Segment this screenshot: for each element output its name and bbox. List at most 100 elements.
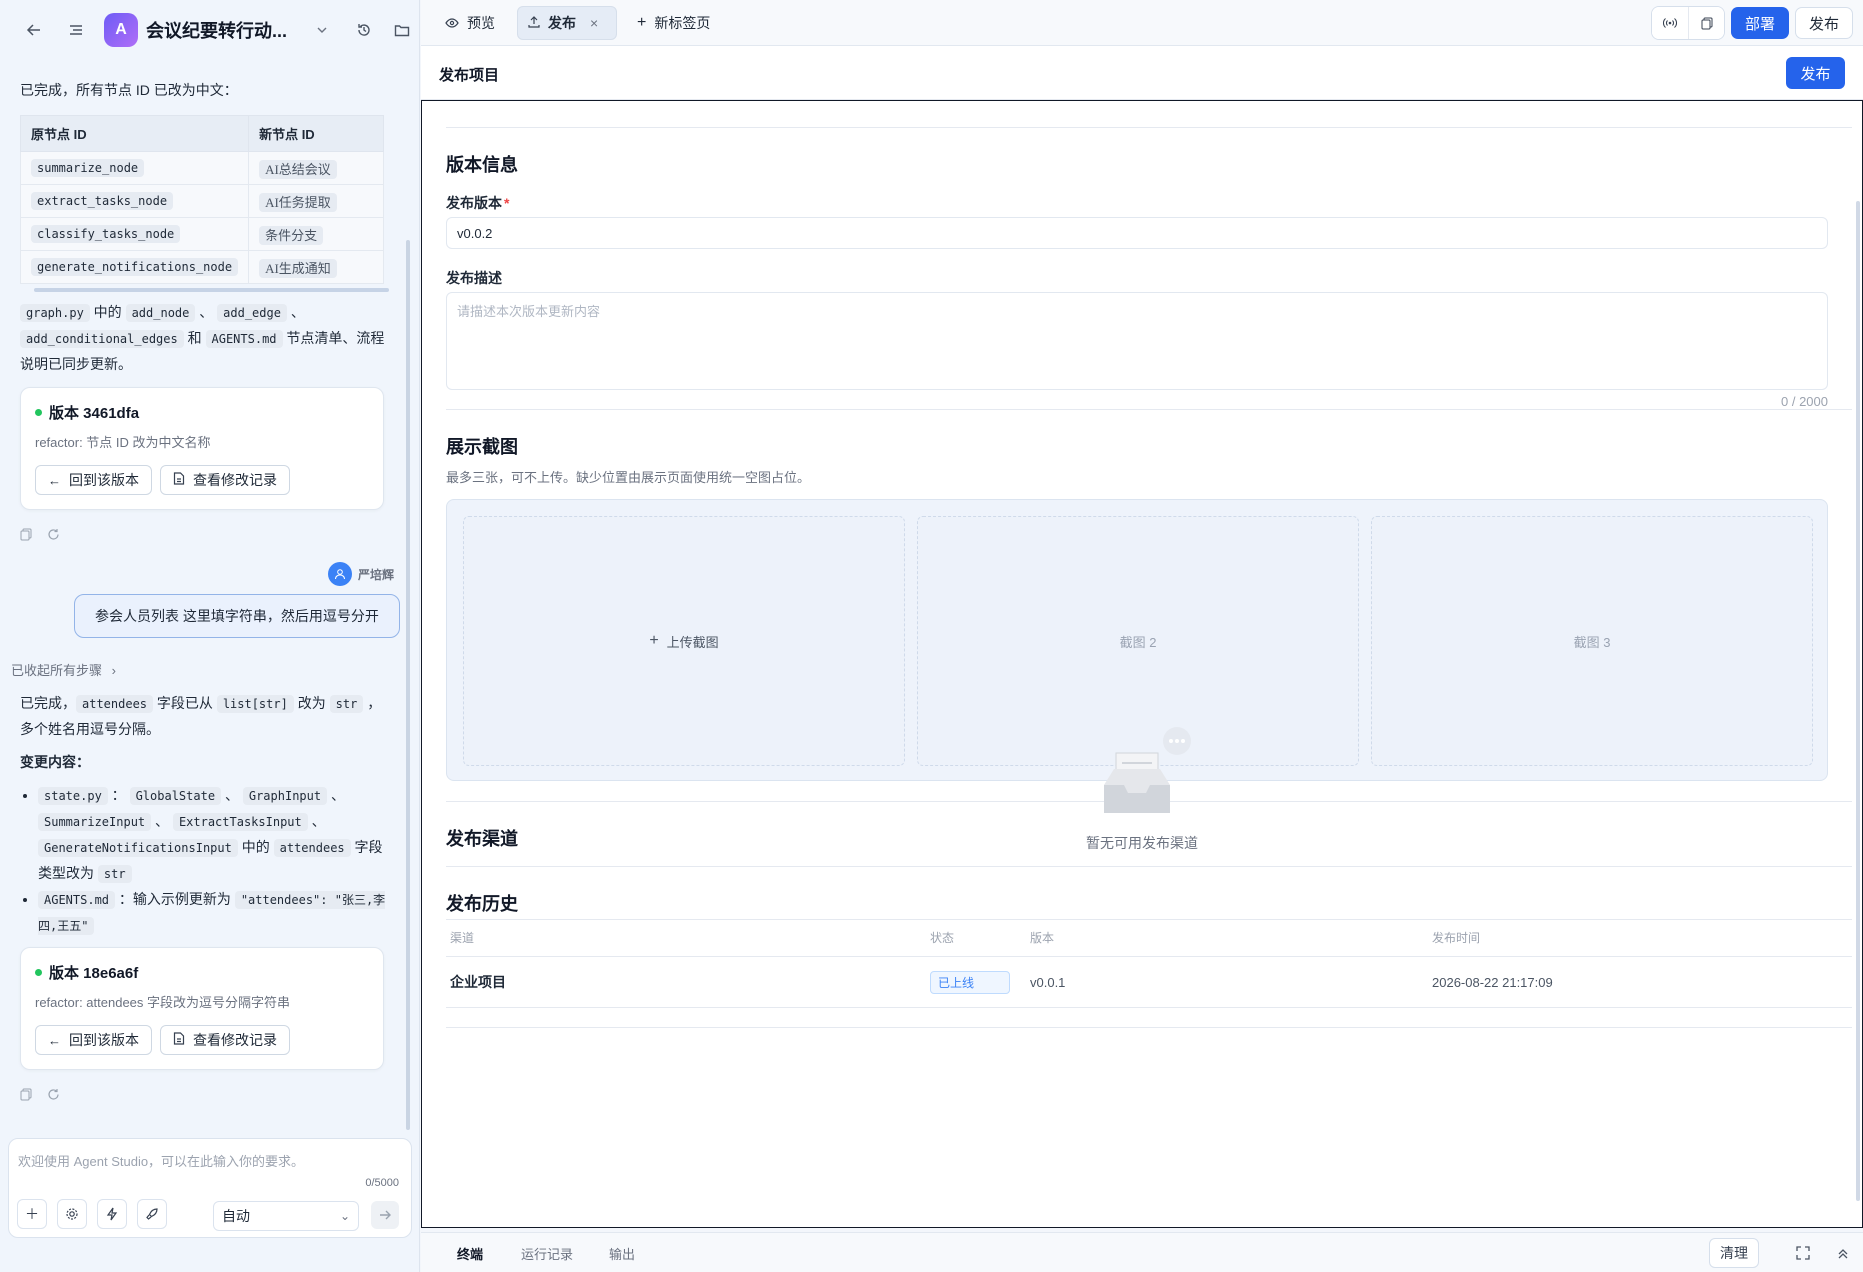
view-changes-button[interactable]: 查看修改记录 xyxy=(160,465,290,495)
version-input[interactable]: v0.0.2 xyxy=(446,217,1828,249)
rocket-icon[interactable] xyxy=(137,1199,167,1229)
text-span: 、 xyxy=(221,787,243,803)
section-title-screenshots: 展示截图 xyxy=(446,437,518,457)
publish-button[interactable]: 发布 xyxy=(1786,57,1845,89)
deploy-button[interactable]: 部署 xyxy=(1731,7,1789,39)
button-label: 查看修改记录 xyxy=(193,1032,277,1048)
history-channel: 企业项目 xyxy=(450,974,506,990)
divider xyxy=(446,866,1852,867)
bottom-panel-bar: 终端 运行记录 输出 清理 xyxy=(421,1232,1863,1272)
fullscreen-icon[interactable] xyxy=(1791,1241,1815,1265)
tab-label: 预览 xyxy=(467,15,495,31)
required-mark: * xyxy=(504,195,510,211)
table-hscrollbar[interactable] xyxy=(20,286,389,294)
copy-icon[interactable] xyxy=(20,528,33,544)
history-status: 已上线 xyxy=(930,957,1010,1007)
refresh-icon[interactable] xyxy=(47,1088,60,1104)
clear-button[interactable]: 清理 xyxy=(1709,1238,1759,1268)
collapse-steps-toggle[interactable]: 已收起所有步骤 › xyxy=(11,660,394,679)
user-avatar xyxy=(327,562,352,586)
chat-header: A 会议纪要转行动... xyxy=(0,0,420,60)
tab-label: 新标签页 xyxy=(654,15,711,31)
send-button[interactable] xyxy=(371,1201,399,1229)
copy-icon[interactable] xyxy=(20,1088,33,1104)
divider xyxy=(446,1007,1852,1008)
revert-version-button[interactable]: ← 回到该版本 xyxy=(35,465,152,495)
user-message-bubble: 参会人员列表 这里填字符串，然后用逗号分开 xyxy=(74,594,400,638)
mode-value: 自动 xyxy=(222,1208,250,1224)
inline-code: attendees xyxy=(273,839,351,857)
chevron-up-icon[interactable] xyxy=(1831,1241,1855,1265)
new-node-id: AI任务提取 xyxy=(259,192,337,212)
mode-select[interactable]: 自动 ⌄ xyxy=(213,1201,359,1231)
screenshot-slot-3[interactable]: 截图 3 xyxy=(1371,516,1813,766)
add-icon[interactable]: ＋ xyxy=(17,1199,47,1229)
textarea-placeholder: 请描述本次版本更新内容 xyxy=(457,304,601,319)
chat-messages[interactable]: 已完成，所有节点 ID 已改为中文： 原节点 ID 新节点 ID summari… xyxy=(0,60,408,1135)
column-header: 发布时间 xyxy=(1432,930,1481,945)
folder-icon[interactable] xyxy=(388,16,416,44)
revert-version-button[interactable]: ← 回到该版本 xyxy=(35,1025,152,1055)
tab-preview[interactable]: 预览 xyxy=(435,6,505,40)
refresh-icon[interactable] xyxy=(47,528,60,544)
column-header: 版本 xyxy=(1030,930,1055,945)
old-node-id: summarize_node xyxy=(31,159,145,177)
file-icon xyxy=(173,472,185,488)
inline-code: GlobalState xyxy=(129,787,222,805)
version-card: 版本 3461dfa refactor: 节点 ID 改为中文名称 ← 回到该版本… xyxy=(20,387,384,510)
close-icon[interactable]: × xyxy=(590,15,598,31)
version-card: 版本 18e6a6f refactor: attendees 字段改为逗号分隔字… xyxy=(20,947,384,1070)
text-span: 、 xyxy=(327,787,345,803)
section-title-history: 发布历史 xyxy=(446,894,518,914)
chevron-down-icon: ⌄ xyxy=(339,1209,350,1223)
tab-publish[interactable]: 发布 × xyxy=(517,6,617,40)
version-value: v0.0.2 xyxy=(457,225,493,241)
tab-terminal[interactable]: 终端 xyxy=(457,1244,483,1263)
tab-output[interactable]: 输出 xyxy=(609,1244,635,1263)
arrow-left-icon: ← xyxy=(48,1032,61,1048)
version-title-row: 版本 18e6a6f xyxy=(35,962,369,983)
old-node-id: generate_notifications_node xyxy=(31,258,239,276)
app-root: A 会议纪要转行动... 已完成，所有节点 ID 已改为中文： 原节点 ID 新… xyxy=(0,0,1863,1272)
copy-icon[interactable] xyxy=(1688,7,1724,39)
chat-input-box[interactable]: 欢迎使用 Agent Studio，可以在此输入你的要求。 0/5000 ＋ 自… xyxy=(8,1138,412,1238)
inline-code: str xyxy=(329,695,364,713)
history-icon[interactable] xyxy=(350,16,378,44)
app-title[interactable]: 会议纪要转行动... xyxy=(146,17,296,43)
lightning-icon[interactable] xyxy=(97,1199,127,1229)
upload-screenshot-slot[interactable]: + 上传截图 xyxy=(463,516,905,766)
description-textarea[interactable]: 请描述本次版本更新内容 xyxy=(446,292,1828,390)
content-scrollbar[interactable] xyxy=(1856,201,1860,1201)
chat-input-placeholder[interactable]: 欢迎使用 Agent Studio，可以在此输入你的要求。 xyxy=(18,1151,304,1170)
view-changes-button[interactable]: 查看修改记录 xyxy=(160,1025,290,1055)
back-icon[interactable] xyxy=(20,16,48,44)
assistant-message-text: 已完成，所有节点 ID 已改为中文： xyxy=(20,82,238,98)
divider xyxy=(446,127,1852,128)
publish-top-button[interactable]: 发布 xyxy=(1795,7,1853,39)
user-info: 严培辉 xyxy=(20,562,394,586)
history-table-header: 渠道 状态 版本 发布时间 xyxy=(446,919,1828,955)
text-span: 中的 xyxy=(237,839,274,855)
chevron-right-icon: › xyxy=(111,663,116,678)
chat-scrollbar[interactable] xyxy=(406,240,410,1130)
menu-icon[interactable] xyxy=(62,16,90,44)
broadcast-icon[interactable] xyxy=(1652,7,1688,39)
user-name: 严培辉 xyxy=(357,567,394,582)
settings-icon[interactable] xyxy=(57,1199,87,1229)
inline-code: AGENTS.md xyxy=(38,891,116,909)
chevron-down-icon[interactable] xyxy=(308,16,336,44)
assistant-message-text: graph.py 中的 add_node 、 add_edge 、 add_co… xyxy=(20,300,394,377)
version-actions: ← 回到该版本 查看修改记录 xyxy=(35,465,369,495)
new-node-id: 条件分支 xyxy=(259,225,324,245)
tab-run-records[interactable]: 运行记录 xyxy=(521,1244,573,1263)
inline-code: add_edge xyxy=(217,304,287,322)
inline-code: str xyxy=(97,865,132,883)
list-item: AGENTS.md ：输入示例更新为 "attendees": "张三,李四,王… xyxy=(38,887,394,939)
inline-code: graph.py xyxy=(20,304,90,322)
arrow-left-icon: ← xyxy=(48,472,61,488)
table-row[interactable]: 企业项目 已上线 v0.0.1 2026-08-22 21:17:09 xyxy=(446,957,1828,1007)
publish-form[interactable]: 版本信息 发布版本 * v0.0.2 发布描述 请描述本次版本更新内容 0 / 2… xyxy=(421,100,1863,1228)
inline-code: add_node xyxy=(125,304,196,322)
app-logo: A xyxy=(104,13,138,47)
tab-new[interactable]: + 新标签页 xyxy=(627,6,720,40)
